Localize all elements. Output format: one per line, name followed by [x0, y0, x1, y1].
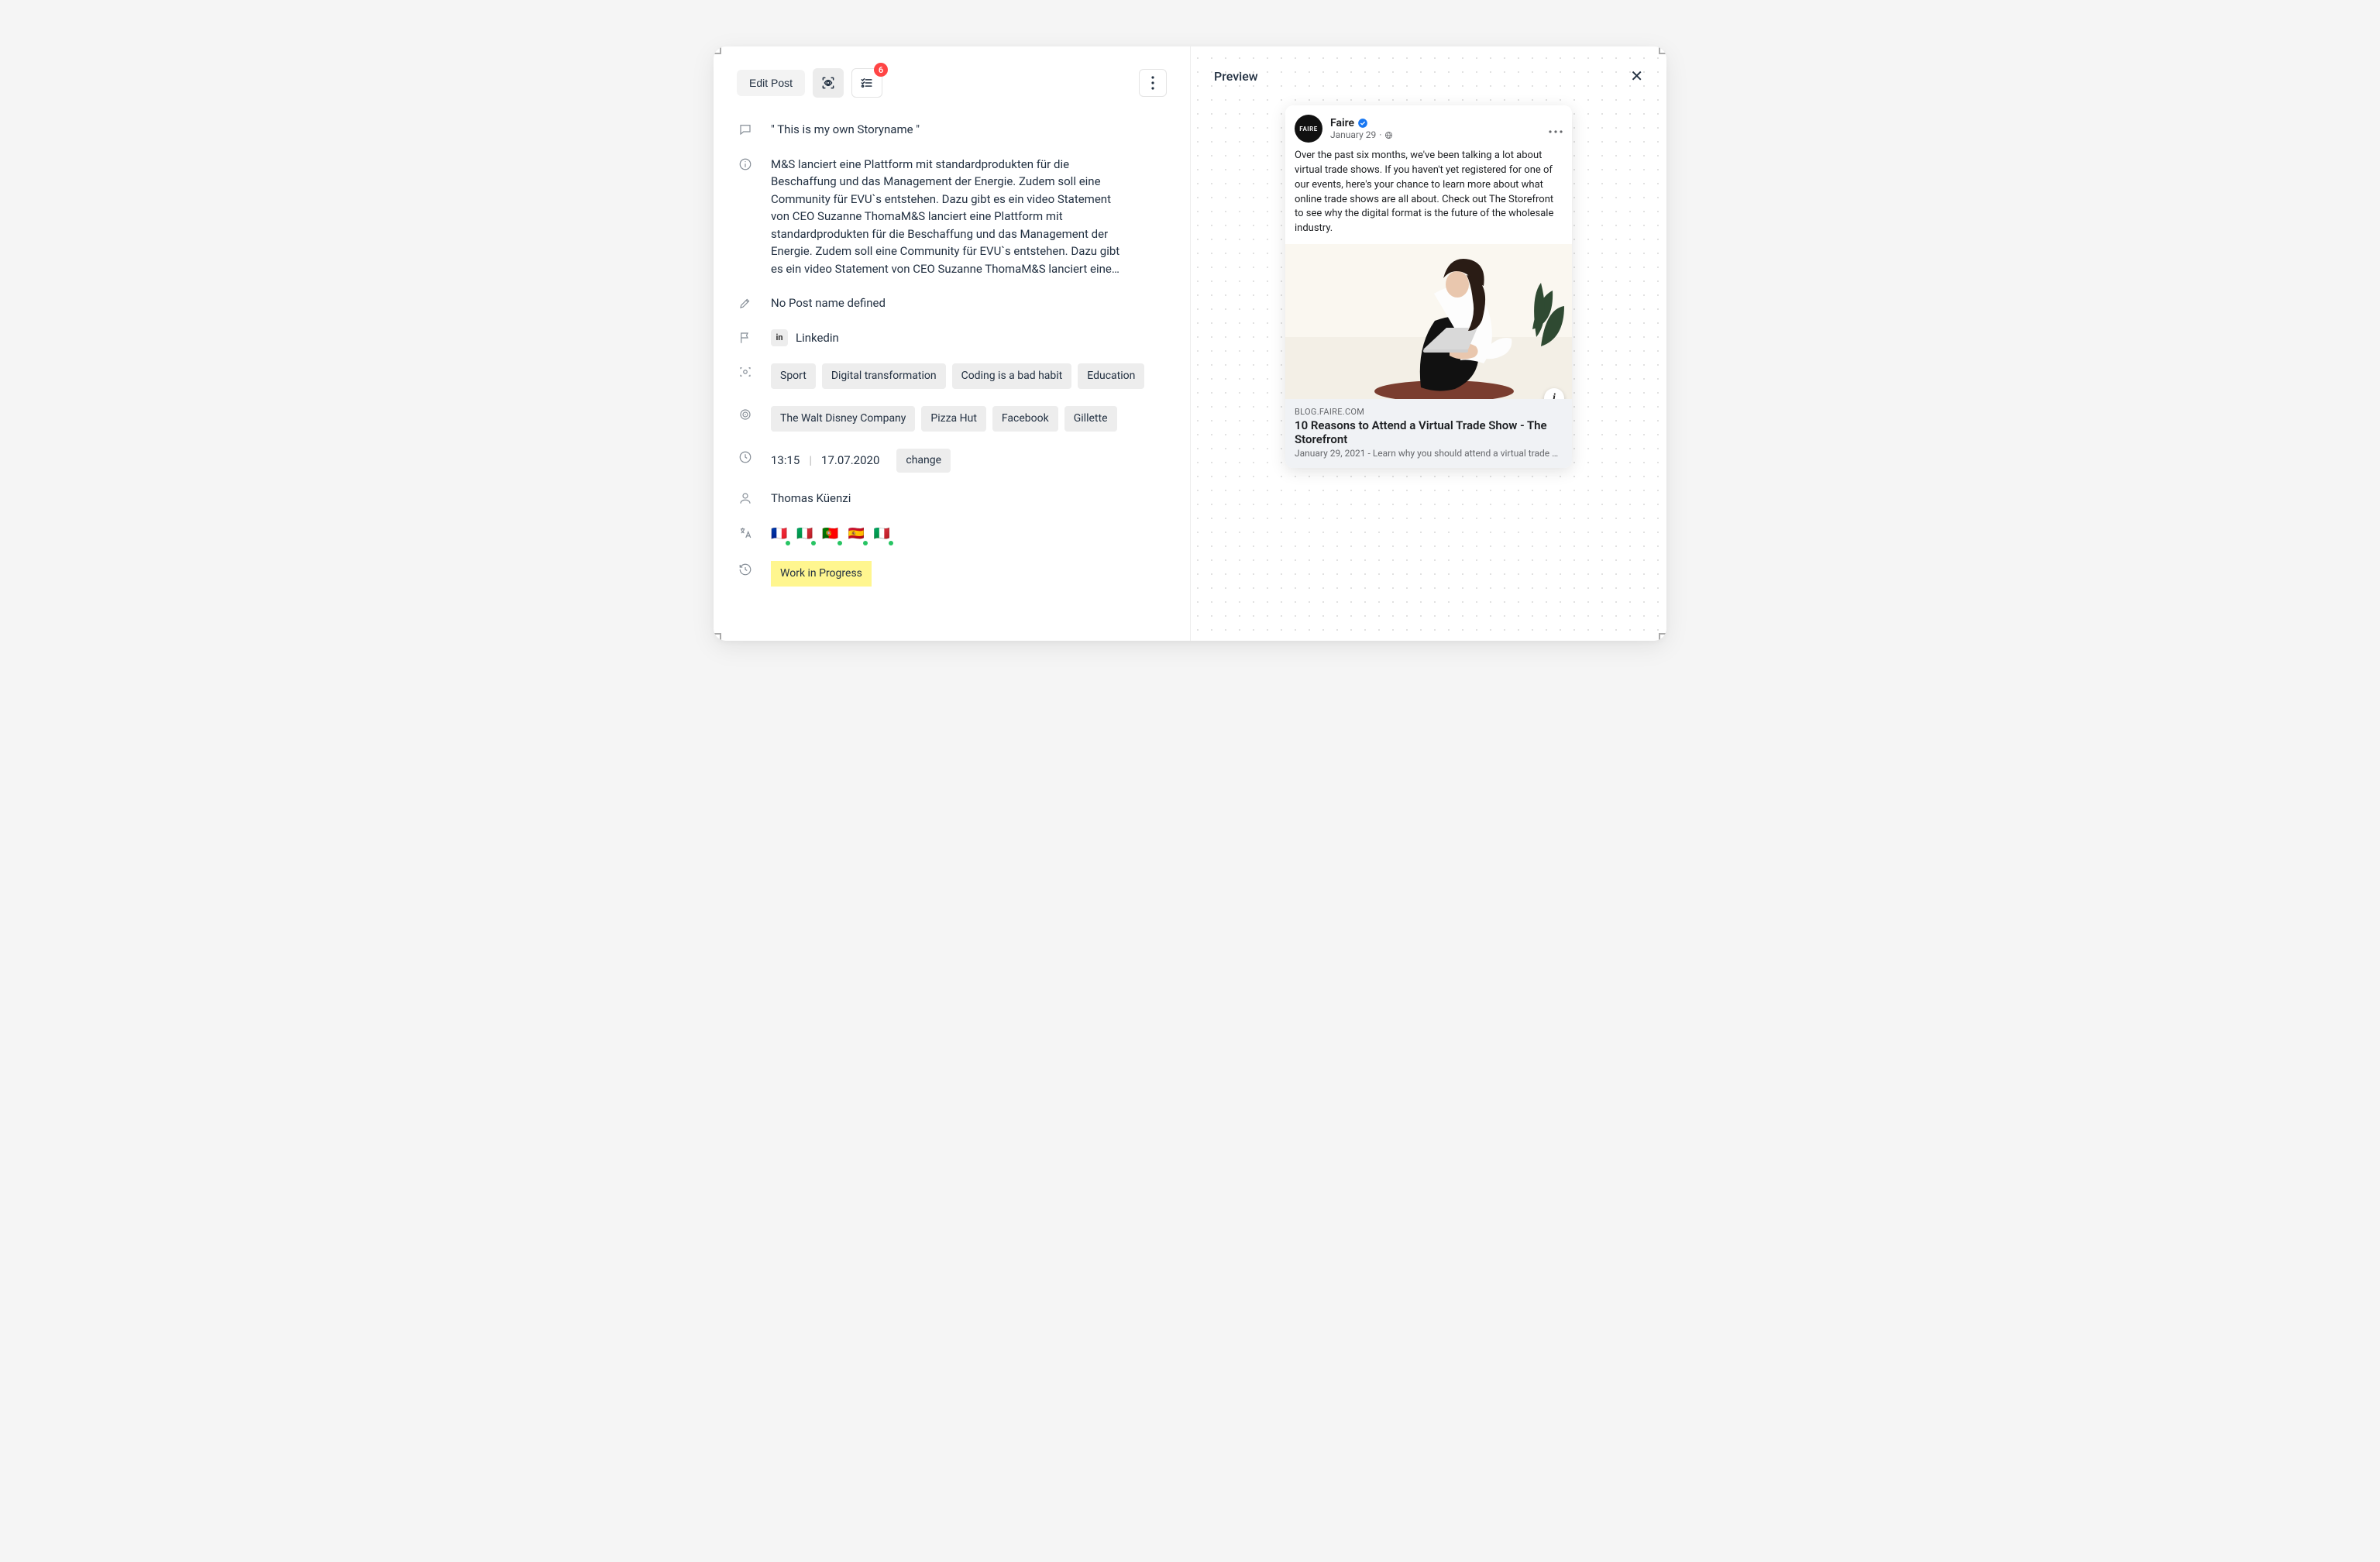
schedule-row: 13:15 | 17.07.2020 change	[737, 449, 1167, 473]
checklist-badge: 6	[874, 63, 888, 77]
language-flag[interactable]: 🇪🇸	[848, 525, 865, 545]
left-panel: Edit Post 6	[714, 46, 1190, 641]
checklist-icon	[859, 75, 875, 91]
channel-label: Linkedin	[796, 329, 839, 347]
change-schedule-button[interactable]: change	[896, 449, 951, 473]
kebab-icon	[1151, 76, 1154, 90]
company-chip[interactable]: The Walt Disney Company	[771, 406, 915, 432]
company-chip[interactable]: Facebook	[992, 406, 1058, 432]
crop-mark	[714, 633, 721, 641]
company-chip[interactable]: Gillette	[1064, 406, 1117, 432]
checklist-button[interactable]: 6	[851, 68, 882, 98]
language-flag[interactable]: 🇫🇷	[771, 525, 787, 545]
post-date: January 29	[1330, 129, 1376, 140]
info-icon	[737, 156, 754, 173]
chat-icon	[737, 121, 754, 138]
focus-scan-button[interactable]	[813, 68, 844, 98]
highlight-icon	[737, 294, 754, 311]
company-chips: The Walt Disney CompanyPizza HutFacebook…	[771, 406, 1167, 432]
topics-row: SportDigital transformationCoding is a b…	[737, 363, 1167, 389]
preview-panel: Preview ✕ FAIRE Faire January 29 ·	[1190, 46, 1666, 641]
crop-mark	[714, 46, 721, 54]
toolbar: Edit Post 6	[737, 68, 1167, 98]
topic-chip[interactable]: Digital transformation	[822, 363, 946, 389]
language-flag[interactable]: 🇵🇹	[822, 525, 838, 545]
topic-chip[interactable]: Education	[1078, 363, 1144, 389]
author-name: Thomas Küenzi	[771, 490, 1167, 507]
close-preview-button[interactable]: ✕	[1630, 68, 1643, 84]
post-name: No Post name defined	[771, 294, 1167, 312]
post-more-button[interactable]	[1549, 122, 1563, 136]
flag-icon	[737, 329, 754, 346]
edit-post-button[interactable]: Edit Post	[737, 70, 805, 96]
language-flag[interactable]: 🇮🇹	[874, 525, 890, 545]
social-preview-card: FAIRE Faire January 29 · Over the past s…	[1285, 105, 1572, 468]
languages-row: 🇫🇷 🇮🇹 🇵🇹 🇪🇸 🇮🇹	[737, 525, 1167, 545]
story-description: M&S lanciert eine Plattform mit standard…	[771, 156, 1127, 278]
link-description: January 29, 2021 - Learn why you should …	[1295, 448, 1563, 459]
preview-heading: Preview	[1214, 69, 1258, 84]
story-title: " This is my own Storyname "	[771, 121, 1167, 139]
topic-chip[interactable]: Sport	[771, 363, 816, 389]
scan-icon	[737, 363, 754, 380]
link-title: 10 Reasons to Attend a Virtual Trade Sho…	[1295, 418, 1563, 446]
linkedin-badge: in	[771, 329, 788, 346]
schedule-date: 17.07.2020	[821, 452, 879, 470]
clock-icon	[737, 449, 754, 466]
author-row: Thomas Küenzi	[737, 490, 1167, 507]
channel-row: in Linkedin	[737, 329, 1167, 347]
history-icon	[737, 561, 754, 578]
editor-card: Edit Post 6	[714, 46, 1666, 641]
brand-name: Faire	[1330, 117, 1354, 129]
post-name-row: No Post name defined	[737, 294, 1167, 312]
topic-chips: SportDigital transformationCoding is a b…	[771, 363, 1167, 389]
post-body: Over the past six months, we've been tal…	[1285, 149, 1572, 244]
translate-icon	[737, 525, 754, 542]
verified-icon	[1357, 118, 1368, 129]
link-domain: BLOG.FAIRE.COM	[1295, 407, 1563, 417]
language-flag[interactable]: 🇮🇹	[796, 525, 813, 545]
status-badge: Work in Progress	[771, 561, 872, 587]
post-image: i	[1285, 244, 1572, 399]
companies-row: The Walt Disney CompanyPizza HutFacebook…	[737, 406, 1167, 432]
dots-icon	[1549, 130, 1563, 133]
more-menu-button[interactable]	[1139, 69, 1167, 97]
target-icon	[737, 406, 754, 423]
company-chip[interactable]: Pizza Hut	[921, 406, 986, 432]
description-row: M&S lanciert eine Plattform mit standard…	[737, 156, 1167, 278]
status-row: Work in Progress	[737, 561, 1167, 587]
topic-chip[interactable]: Coding is a bad habit	[952, 363, 1072, 389]
language-flags: 🇫🇷 🇮🇹 🇵🇹 🇪🇸 🇮🇹	[771, 525, 1167, 545]
scan-eye-icon	[820, 75, 836, 91]
globe-icon	[1384, 131, 1393, 139]
schedule-time: 13:15	[771, 452, 800, 470]
avatar: FAIRE	[1295, 115, 1322, 143]
link-preview[interactable]: BLOG.FAIRE.COM 10 Reasons to Attend a Vi…	[1285, 399, 1572, 468]
user-icon	[737, 490, 754, 507]
title-row: " This is my own Storyname "	[737, 121, 1167, 139]
